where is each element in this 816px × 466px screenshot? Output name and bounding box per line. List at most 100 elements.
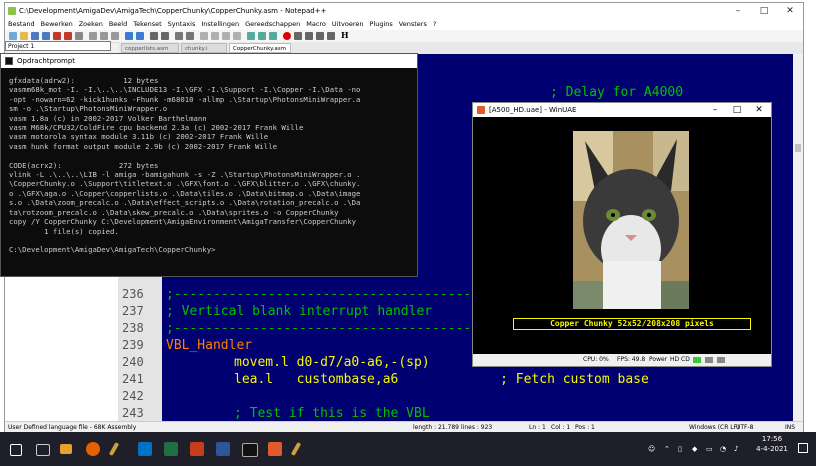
winuae-statusbar: CPU: 0% FPS: 49.8 Power HD CD (473, 354, 771, 366)
project-selector[interactable]: Project 1 (5, 41, 111, 51)
menu-bewerken[interactable]: Bewerken (41, 20, 73, 28)
code-line: ; Vertical blank interrupt handler (166, 304, 433, 319)
menu-bestand[interactable]: Bestand (8, 20, 35, 28)
show-hidden-icons-icon[interactable]: ⌃ (664, 445, 670, 453)
word-icon[interactable] (216, 442, 230, 456)
cmd-titlebar[interactable]: Opdrachtprompt (1, 54, 417, 68)
play-macro-icon[interactable] (305, 32, 313, 40)
scrollbar-thumb[interactable] (795, 144, 801, 152)
close-button[interactable]: ✕ (777, 3, 803, 19)
status-hd: HD (670, 356, 680, 363)
line-number: 239 (122, 338, 144, 352)
file-explorer-icon[interactable] (60, 444, 72, 454)
chunky-cat-image (573, 131, 689, 309)
menu-help[interactable]: ? (433, 20, 436, 28)
save-icon[interactable] (31, 32, 39, 40)
line-number: 238 (122, 321, 144, 335)
firefox-icon[interactable] (86, 442, 100, 456)
command-prompt-window[interactable]: Opdrachtprompt gfxdata(adrw2): 12 bytes … (0, 53, 418, 277)
powerpoint-icon[interactable] (190, 442, 204, 456)
new-file-icon[interactable] (9, 32, 17, 40)
code-line: movem.l d0-d7/a0-a6,-(sp) (234, 355, 430, 370)
menu-beeld[interactable]: Beeld (109, 20, 127, 28)
menubar: Bestand Bewerken Zoeken Beeld Tekenset Syntax… (5, 19, 803, 30)
line-number: 240 (122, 355, 144, 369)
maximize-button[interactable]: □ (727, 103, 747, 117)
editor-vertical-scrollbar[interactable] (793, 54, 803, 421)
excel-icon[interactable] (164, 442, 178, 456)
menu-plugins[interactable]: Plugins (370, 20, 393, 28)
status-fps: FPS: 49.8 (617, 356, 646, 363)
cmd-output[interactable]: gfxdata(adrw2): 12 bytes vasmm68k_mot -I… (9, 76, 414, 274)
winuae-taskbar-icon[interactable] (268, 442, 282, 456)
document-map-icon[interactable] (247, 32, 255, 40)
save-macro-icon[interactable] (327, 32, 335, 40)
status-power: Power (649, 356, 668, 363)
replace-icon[interactable] (161, 32, 169, 40)
notepadpp-titlebar[interactable]: C:\Development\AmigaDev\AmigaTech\Copper… (5, 3, 803, 19)
people-icon[interactable]: ☺ (648, 445, 655, 453)
menu-syntaxis[interactable]: Syntaxis (168, 20, 196, 28)
outlook-icon[interactable] (138, 442, 152, 456)
menu-uitvoeren[interactable]: Uitvoeren (332, 20, 364, 28)
print-icon[interactable] (75, 32, 83, 40)
floppy-led-icon (693, 357, 701, 363)
paste-icon[interactable] (111, 32, 119, 40)
cmd-title: Opdrachtprompt (17, 57, 76, 65)
line-number: 237 (122, 304, 144, 318)
notepadpp-taskbar-icon[interactable] (108, 441, 120, 457)
close-all-icon[interactable] (64, 32, 72, 40)
wifi-icon[interactable]: ◔ (720, 445, 726, 453)
close-file-icon[interactable] (53, 32, 61, 40)
network-icon[interactable]: ▭ (706, 445, 713, 453)
maximize-button[interactable]: □ (751, 3, 777, 19)
menu-macro[interactable]: Macro (306, 20, 326, 28)
drive-led-icon (717, 357, 725, 363)
close-button[interactable]: ✕ (749, 103, 769, 117)
show-all-chars-icon[interactable] (222, 32, 230, 40)
volume-icon[interactable]: ♪ (734, 445, 738, 453)
dropbox-icon[interactable]: ◆ (692, 445, 697, 453)
winuae-window[interactable]: [A500_HD.uae] - WinUAE – □ ✕ Copper Chun… (472, 102, 772, 367)
sync-scroll-icon[interactable] (200, 32, 208, 40)
clock[interactable]: 17:56 4-4-2021 (752, 434, 792, 454)
stop-macro-icon[interactable] (294, 32, 302, 40)
tab-copperchunky[interactable]: CopperChunky.asm (229, 43, 291, 53)
user-defined-lang-icon[interactable]: H (341, 30, 349, 40)
tab-copperlists[interactable]: copperlists.asm (121, 43, 179, 53)
code-line-label: VBL_Handler (166, 338, 253, 353)
record-macro-icon[interactable] (283, 32, 291, 40)
menu-gereedschappen[interactable]: Gereedschappen (245, 20, 300, 28)
code-line: ; Test if this is the VBL (234, 406, 430, 421)
cut-icon[interactable] (89, 32, 97, 40)
cmd-taskbar-icon[interactable] (242, 443, 258, 457)
find-icon[interactable] (150, 32, 158, 40)
menu-instellingen[interactable]: Instellingen (201, 20, 239, 28)
indent-guide-icon[interactable] (233, 32, 241, 40)
copy-icon[interactable] (100, 32, 108, 40)
notification-icon[interactable] (798, 443, 808, 453)
menu-vensters[interactable]: Vensters (399, 20, 427, 28)
demo-caption: Copper Chunky 52x52/208x208 pixels (513, 318, 751, 330)
folder-workspace-icon[interactable] (269, 32, 277, 40)
task-view-icon[interactable] (36, 444, 50, 456)
menu-zoeken[interactable]: Zoeken (79, 20, 103, 28)
line-number: 243 (122, 406, 144, 420)
start-icon[interactable] (10, 444, 22, 456)
function-list-icon[interactable] (258, 32, 266, 40)
winuae-titlebar[interactable]: [A500_HD.uae] - WinUAE – □ ✕ (473, 103, 771, 117)
minimize-button[interactable]: – (725, 3, 751, 19)
zoom-out-icon[interactable] (186, 32, 194, 40)
minimize-button[interactable]: – (705, 103, 725, 117)
save-all-icon[interactable] (42, 32, 50, 40)
pen-app-icon[interactable] (290, 441, 302, 457)
redo-icon[interactable] (136, 32, 144, 40)
word-wrap-icon[interactable] (211, 32, 219, 40)
menu-tekenset[interactable]: Tekenset (133, 20, 161, 28)
battery-icon[interactable]: ▯ (678, 445, 682, 453)
open-file-icon[interactable] (20, 32, 28, 40)
undo-icon[interactable] (125, 32, 133, 40)
zoom-in-icon[interactable] (175, 32, 183, 40)
run-macro-multiple-icon[interactable] (316, 32, 324, 40)
tab-chunky[interactable]: chunky.i (181, 43, 227, 53)
